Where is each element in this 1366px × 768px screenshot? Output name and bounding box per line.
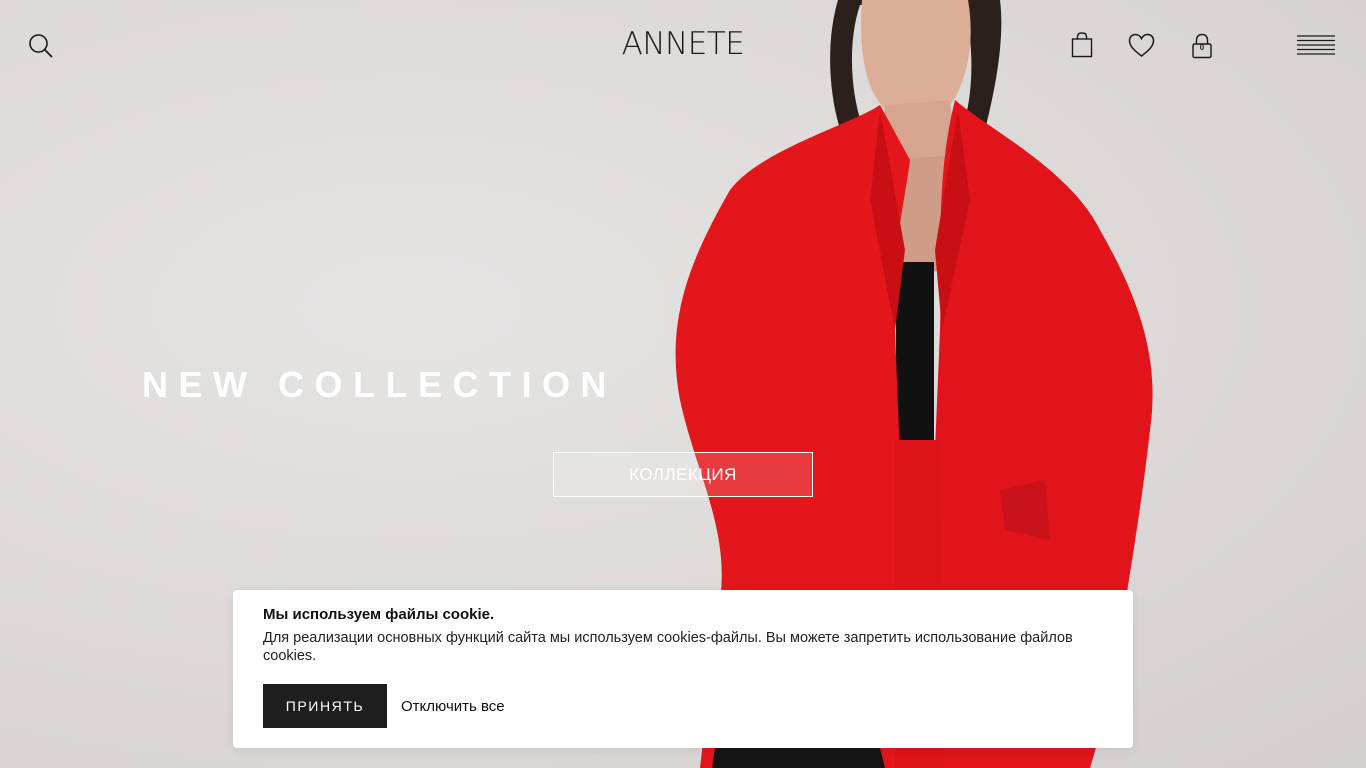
shopping-bag-icon[interactable]: [1071, 32, 1093, 58]
cookie-banner-title: Мы используем файлы cookie.: [263, 606, 495, 623]
hamburger-menu-icon[interactable]: [1297, 35, 1337, 57]
reject-all-cookies-link[interactable]: Отключить все: [401, 698, 505, 715]
cookie-banner: Мы используем файлы cookie. Для реализац…: [233, 590, 1133, 748]
cart-count-badge: 0: [1199, 43, 1205, 52]
site-header: ANNETE 0: [0, 0, 1366, 90]
hero-title: NEW COLLECTION: [142, 364, 617, 405]
cookie-actions: ПРИНЯТЬ Отключить все: [263, 684, 505, 728]
cookie-banner-text: Для реализации основных функций сайта мы…: [263, 630, 1073, 664]
collection-button[interactable]: КОЛЛЕКЦИЯ: [553, 452, 813, 497]
lock-cart-icon[interactable]: 0: [1191, 33, 1213, 59]
site-logo[interactable]: ANNETE: [622, 26, 745, 62]
search-icon[interactable]: [28, 33, 54, 59]
accept-cookies-button[interactable]: ПРИНЯТЬ: [263, 684, 387, 728]
heart-icon[interactable]: [1128, 33, 1155, 58]
